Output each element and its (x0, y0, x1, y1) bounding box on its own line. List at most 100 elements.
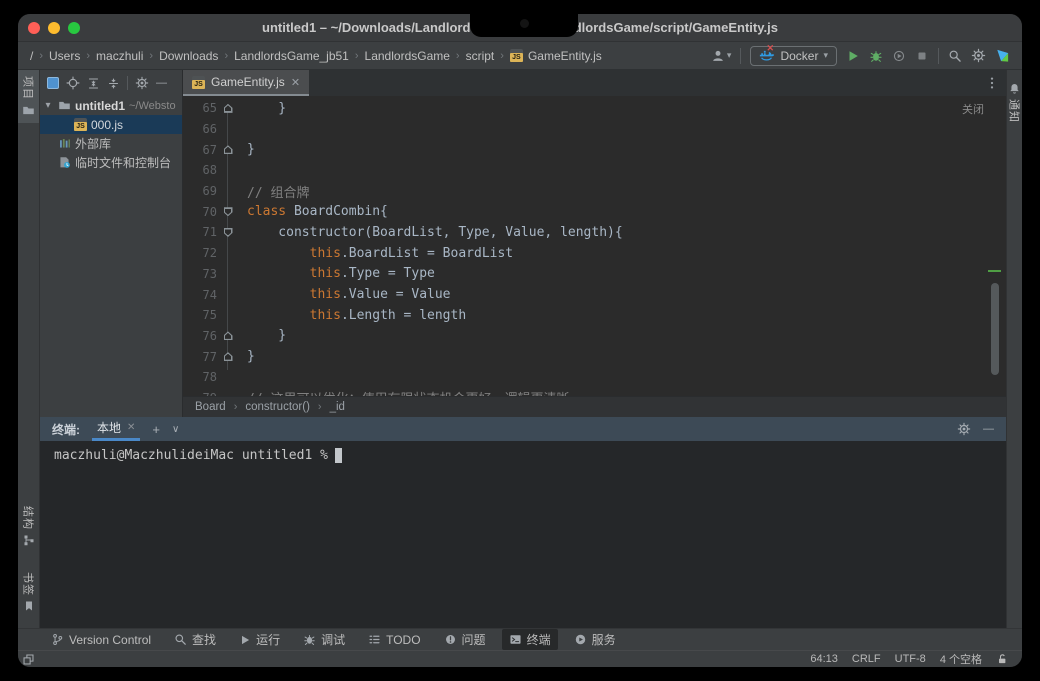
toolwindow-button-notifications[interactable]: 通知 (1007, 70, 1022, 129)
indent-widget[interactable]: 4 个空格 (940, 651, 982, 667)
more-options-kebab-icon[interactable] (986, 76, 998, 90)
tree-row-project-root[interactable]: ▾ untitled1 ~/Websto (40, 96, 182, 115)
breadcrumb-users[interactable]: Users (49, 49, 80, 63)
code-line[interactable]: 79// 这里可以优化：使用有限状态机会更好，逻辑更清晰 (183, 388, 1006, 396)
tree-row-000-js[interactable]: 000.js (40, 115, 182, 134)
project-view-icon[interactable] (47, 77, 59, 89)
fold-marker-icon[interactable] (224, 104, 233, 113)
run-with-coverage-button[interactable] (892, 49, 906, 63)
toolwindow-button-version-control[interactable]: Version Control (44, 631, 158, 649)
center-column: — ▾ untitled1 ~/Websto 000.js (40, 70, 1006, 628)
close-terminal-tab-icon[interactable]: ✕ (127, 422, 135, 433)
debug-button[interactable] (869, 49, 883, 63)
todo-list-icon (368, 633, 381, 646)
toolwindow-button-structure[interactable]: 结构 (18, 500, 39, 552)
line-separator-widget[interactable]: CRLF (852, 653, 881, 665)
code-line[interactable]: 73 this.Type = Type (183, 264, 1006, 285)
code-line[interactable]: 69// 组合牌 (183, 181, 1006, 202)
stop-button[interactable] (915, 49, 929, 63)
toolwindow-button-bookmarks[interactable]: 书签 (18, 566, 39, 618)
code-line[interactable]: 71 constructor(BoardList, Type, Value, l… (183, 222, 1006, 243)
scratches-icon (58, 156, 71, 169)
toolwindow-button-services[interactable]: 服务 (567, 629, 623, 650)
run-configuration-select[interactable]: ✕ Docker ▾ (750, 46, 837, 66)
breadcrumb-root[interactable]: / (30, 49, 33, 63)
expand-all-icon[interactable] (87, 77, 100, 90)
tree-row-scratches[interactable]: 临时文件和控制台 (40, 153, 182, 172)
code-line[interactable]: 77} (183, 346, 1006, 367)
breadcrumb-id[interactable]: _id (330, 401, 345, 413)
collapse-all-icon[interactable] (107, 77, 120, 90)
chevron-down-icon[interactable]: ▾ (42, 100, 54, 111)
settings-gear-icon[interactable] (971, 48, 986, 63)
fold-marker-icon[interactable] (224, 352, 233, 361)
toolbox-icon[interactable] (995, 48, 1010, 63)
toolwindow-button-debug[interactable]: 调试 (296, 629, 352, 650)
breadcrumb-gameentity-js[interactable]: GameEntity.js (528, 49, 602, 63)
toolwindow-button-project[interactable]: 项目 (18, 70, 39, 123)
editor-scrollbar-thumb[interactable] (991, 283, 999, 375)
terminal-tab-local[interactable]: 本地 ✕ (92, 417, 140, 441)
toolwindow-button-find[interactable]: 查找 (167, 629, 223, 650)
terminal-settings-gear-icon[interactable] (957, 422, 971, 436)
fold-marker-icon[interactable] (224, 331, 233, 340)
inspection-status-label[interactable]: 关闭 (962, 101, 984, 117)
navigation-bar: / › Users › maczhuli › Downloads › Landl… (18, 42, 1022, 70)
code-line[interactable]: 68 (183, 160, 1006, 181)
breadcrumb-landlordsgame[interactable]: LandlordsGame (365, 49, 450, 63)
search-everywhere-button[interactable] (948, 49, 962, 63)
fold-marker-icon[interactable] (224, 228, 233, 237)
project-settings-gear-icon[interactable] (135, 76, 149, 90)
code-line[interactable]: 66 (183, 119, 1006, 140)
zoom-window-button[interactable] (68, 22, 80, 34)
breadcrumb-board[interactable]: Board (195, 401, 226, 413)
breadcrumb-constructor[interactable]: constructor() (245, 401, 310, 413)
toolwindow-button-run[interactable]: 运行 (232, 629, 287, 650)
toolwindow-button-todo[interactable]: TODO (361, 631, 427, 649)
toolwindow-button-problems[interactable]: 问题 (437, 629, 493, 650)
chevron-down-icon: ▾ (727, 50, 732, 61)
terminal-dropdown-icon[interactable]: ∨ (172, 424, 179, 435)
unlock-icon[interactable] (996, 653, 1008, 665)
user-account-button[interactable]: ▾ (711, 49, 732, 63)
breadcrumb-maczhuli[interactable]: maczhuli (96, 49, 143, 63)
code-line[interactable]: 70class BoardCombin{ (183, 201, 1006, 222)
toolbar-separator (740, 48, 741, 64)
hide-terminal-icon[interactable]: — (983, 423, 994, 435)
tree-row-external-libraries[interactable]: 外部库 (40, 134, 182, 153)
status-widgets: 64:13 CRLF UTF-8 4 个空格 (810, 651, 1008, 667)
terminal-output[interactable]: maczhuli@MaczhulideiMac untitled1 % (40, 441, 1006, 628)
terminal-prompt: maczhuli@MaczhulideiMac untitled1 % (54, 448, 328, 463)
line-number: 68 (183, 163, 217, 177)
javascript-file-icon (192, 76, 205, 89)
breadcrumb-script[interactable]: script (466, 49, 495, 63)
close-window-button[interactable] (28, 22, 40, 34)
breadcrumb-downloads[interactable]: Downloads (159, 49, 218, 63)
tab-gameentity-js[interactable]: GameEntity.js ✕ (183, 70, 309, 96)
code-line[interactable]: 67} (183, 139, 1006, 160)
line-number: 75 (183, 308, 217, 322)
code-line[interactable]: 74 this.Value = Value (183, 284, 1006, 305)
code-editor[interactable]: 关闭 65 } 66 67} 68 69// 组合牌 70class Board… (183, 96, 1006, 396)
code-line[interactable]: 72 this.BoardList = BoardList (183, 243, 1006, 264)
close-tab-icon[interactable]: ✕ (291, 76, 300, 89)
code-line[interactable]: 78 (183, 367, 1006, 388)
new-terminal-session-button[interactable]: + (152, 422, 160, 437)
camera-dot (520, 19, 529, 28)
code-line[interactable]: 65 } (183, 98, 1006, 119)
run-button[interactable] (846, 49, 860, 63)
encoding-widget[interactable]: UTF-8 (895, 653, 926, 665)
minimize-window-button[interactable] (48, 22, 60, 34)
code-line[interactable]: 75 this.Length = length (183, 305, 1006, 326)
select-opened-file-icon[interactable] (66, 76, 80, 90)
fold-marker-icon[interactable] (224, 207, 233, 216)
hide-panel-icon[interactable]: — (156, 77, 167, 89)
fold-marker-icon[interactable] (224, 145, 233, 154)
toolwindow-toggle-corner-icon[interactable] (22, 653, 35, 666)
breadcrumb-landlordsgame-jb51[interactable]: LandlordsGame_jb51 (234, 49, 349, 63)
caret-position-widget[interactable]: 64:13 (810, 653, 838, 665)
toolwindow-button-terminal[interactable]: 终端 (502, 629, 558, 650)
chevron-separator-icon: › (148, 50, 154, 62)
webstorm-window: untitled1 – ~/Downloads/LandlordsGame_jb… (18, 14, 1022, 667)
code-line[interactable]: 76 } (183, 326, 1006, 347)
